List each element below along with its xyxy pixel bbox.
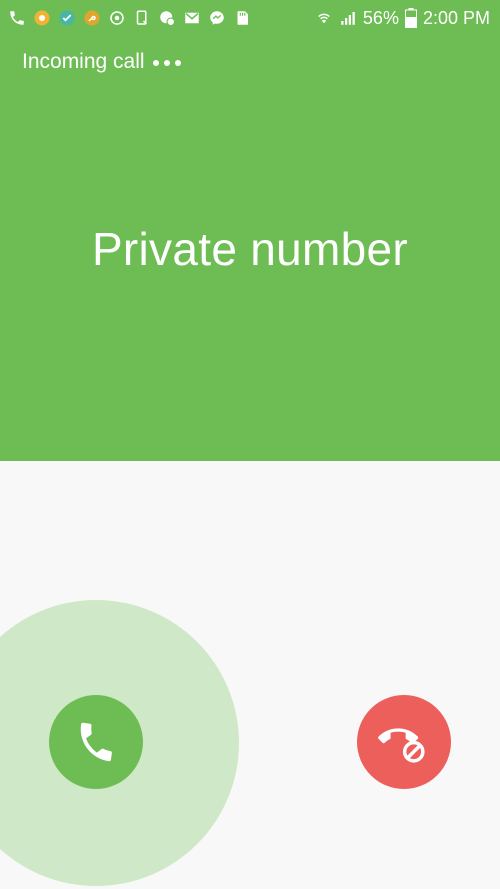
call-status-label: Incoming call [22,50,145,73]
wifi-icon [315,9,333,27]
call-status: Incoming call [22,50,181,74]
vpn-app-icon [58,9,76,27]
battery-icon [404,8,417,28]
phone-icon [8,9,26,27]
sun-app-icon [33,9,51,27]
incoming-call-screen: 56% 2:00 PM Incoming call Private number [0,0,500,889]
sync-icon [108,9,126,27]
caller-header: 56% 2:00 PM Incoming call Private number [0,0,500,461]
system-status: 56% 2:00 PM [315,6,490,30]
call-progress-dots [152,60,181,66]
notification-icons [8,8,251,28]
status-bar: 56% 2:00 PM [0,0,500,36]
sd-card-icon [233,9,251,27]
messenger-notification-icon [158,9,176,27]
reject-call-button[interactable] [357,695,451,789]
answer-call-button[interactable] [49,695,143,789]
signal-icon [339,9,357,27]
battery-percent: 56% [362,7,399,28]
caller-name: Private number [91,223,409,275]
clock: 2:00 PM [422,7,490,28]
phone-answer-icon [80,722,112,762]
phone-reject-icon [378,728,425,763]
key-app-icon [83,9,101,27]
gmail-icon [183,9,201,27]
facebook-messenger-icon [208,9,226,27]
screenshot-icon [133,9,151,27]
